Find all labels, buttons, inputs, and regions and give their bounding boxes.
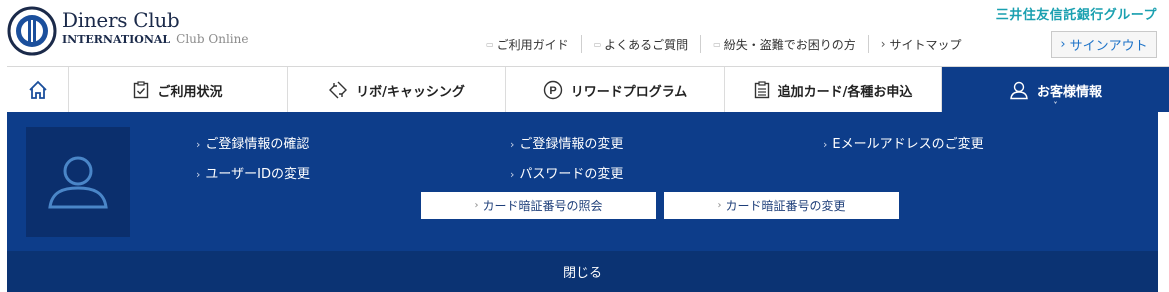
pin-change-button[interactable]: › カード暗証番号の変更 <box>664 192 899 219</box>
close-label: 閉じる <box>562 266 602 281</box>
panel-link-label: Eメールアドレスのご変更 <box>832 137 984 152</box>
nav-label: ご利用状況 <box>157 84 223 100</box>
window-icon: ▭ <box>713 39 721 49</box>
nav-reward-program[interactable]: P リワードプログラム <box>506 67 725 113</box>
utility-nav: ▭ ご利用ガイド ▭ よくあるご質問 ▭ 紛失・盗難でお困りの方 › サイトマッ… <box>474 35 974 53</box>
panel-link-label: ご登録情報の変更 <box>519 137 624 152</box>
brand-name: Diners Club <box>62 8 180 32</box>
chevron-right-icon: › <box>823 138 828 151</box>
nav-home[interactable] <box>7 67 69 113</box>
link-registration-confirm[interactable]: › ご登録情報の確認 <box>196 133 309 152</box>
bank-group-label[interactable]: 三井住友信託銀行グループ <box>996 4 1157 23</box>
cycle-arrows-icon <box>329 81 348 99</box>
window-icon: ▭ <box>593 39 602 49</box>
brand-club-online: Club Online <box>176 32 249 46</box>
pin-button-label: カード暗証番号の照会 <box>482 199 603 213</box>
chevron-right-icon: › <box>880 37 886 51</box>
user-icon <box>1010 81 1028 100</box>
signout-button[interactable]: › サインアウト <box>1051 31 1157 58</box>
link-registration-change[interactable]: › ご登録情報の変更 <box>510 133 623 152</box>
chevron-right-icon: › <box>717 200 722 211</box>
document-list-icon <box>754 81 769 99</box>
nav-label: リワードプログラム <box>570 84 688 100</box>
chevron-down-icon: ˅ <box>1053 101 1058 110</box>
page-edge <box>1158 112 1169 292</box>
chevron-right-icon: › <box>1060 37 1066 52</box>
window-icon: ▭ <box>486 39 494 49</box>
utility-link-sitemap[interactable]: › サイトマップ <box>869 35 974 53</box>
svg-text:P: P <box>549 85 556 97</box>
utility-link-faq[interactable]: ▭ よくあるご質問 <box>582 35 702 53</box>
p-circle-icon: P <box>543 80 562 100</box>
site-header: Diners Club INTERNATIONAL Club Online 三井住… <box>0 0 1169 66</box>
chevron-right-icon: › <box>196 168 201 181</box>
nav-label: 追加カード/各種お申込 <box>777 84 913 100</box>
main-nav: ご利用状況 リボ/キャッシング P リワードプログラム 追加カード/各種お申込 <box>7 66 1169 113</box>
home-icon <box>28 80 47 99</box>
utility-link-label: よくあるご質問 <box>604 37 689 52</box>
utility-link-guide[interactable]: ▭ ご利用ガイド <box>474 35 582 53</box>
chevron-right-icon: › <box>510 168 515 181</box>
link-userid-change[interactable]: › ユーザーIDの変更 <box>196 163 310 182</box>
panel-link-label: パスワードの変更 <box>519 167 624 182</box>
nav-label: リボ/キャッシング <box>356 84 465 100</box>
chevron-right-icon: › <box>474 200 479 211</box>
utility-link-label: ご利用ガイド <box>496 37 569 52</box>
pin-inquiry-button[interactable]: › カード暗証番号の照会 <box>421 192 656 219</box>
close-panel-button[interactable]: 閉じる <box>7 251 1158 292</box>
link-email-change[interactable]: › Eメールアドレスのご変更 <box>823 133 984 152</box>
chevron-right-icon: › <box>196 138 201 151</box>
nav-revolving-cashing[interactable]: リボ/キャッシング <box>288 67 506 113</box>
panel-link-label: ご登録情報の確認 <box>205 137 310 152</box>
nav-label: お客様情報 <box>1036 84 1102 100</box>
customer-info-dropdown-panel: › ご登録情報の確認 › ご登録情報の変更 › Eメールアドレスのご変更 › ユーザーI… <box>7 112 1158 292</box>
chevron-right-icon: › <box>510 138 515 151</box>
nav-customer-info[interactable]: お客様情報 ˅ <box>942 67 1169 113</box>
pin-button-label: カード暗証番号の変更 <box>725 199 846 213</box>
panel-link-label: ユーザーIDの変更 <box>205 167 310 182</box>
diners-club-logo[interactable]: Diners Club INTERNATIONAL Club Online <box>7 6 248 56</box>
utility-link-lost-stolen[interactable]: ▭ 紛失・盗難でお困りの方 <box>701 35 869 53</box>
signout-label: サインアウト <box>1069 39 1148 54</box>
brand-international: INTERNATIONAL <box>62 33 171 46</box>
nav-usage-status[interactable]: ご利用状況 <box>69 67 288 113</box>
utility-link-label: 紛失・盗難でお困りの方 <box>723 37 856 52</box>
utility-link-label: サイトマップ <box>889 37 962 52</box>
link-password-change[interactable]: › パスワードの変更 <box>510 163 623 182</box>
nav-additional-card[interactable]: 追加カード/各種お申込 <box>725 67 942 113</box>
clipboard-check-icon <box>134 81 149 99</box>
diners-club-logo-mark-icon <box>7 6 57 56</box>
